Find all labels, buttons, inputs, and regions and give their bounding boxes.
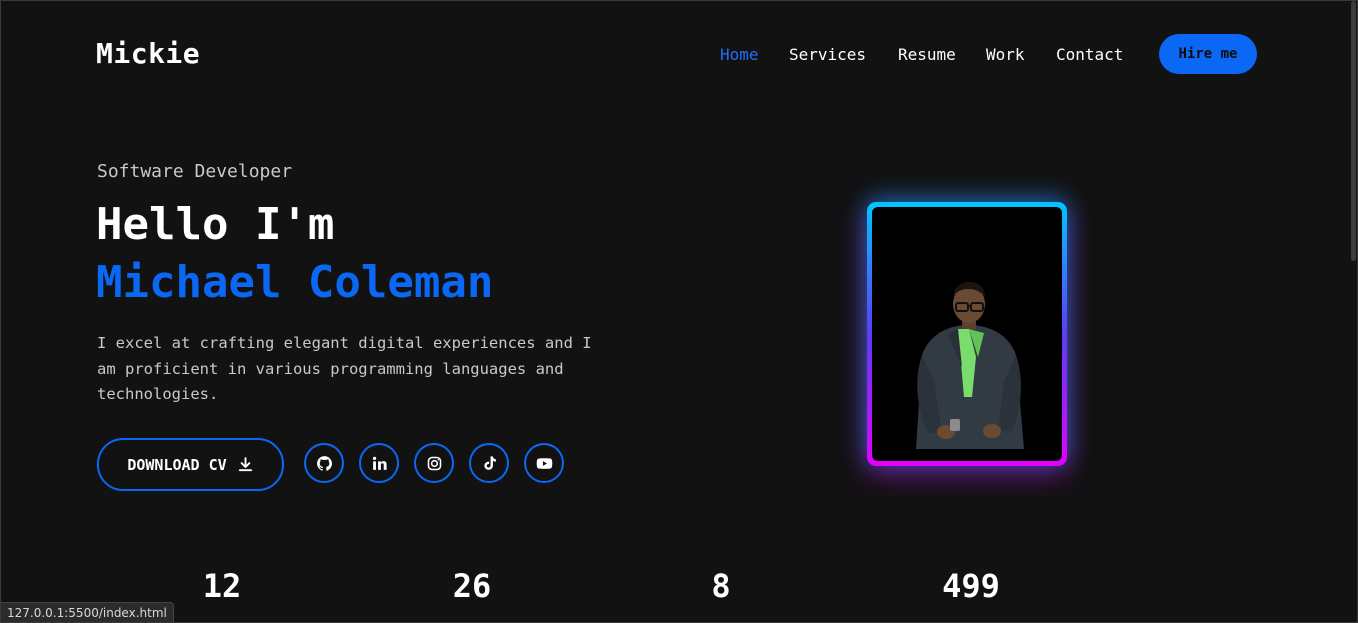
person-portrait: [916, 282, 1024, 449]
instagram-link[interactable]: [414, 443, 454, 483]
nav-contact[interactable]: Contact: [1056, 45, 1123, 64]
youtube-icon: [536, 457, 552, 469]
hero-name: Michael Coleman: [96, 257, 494, 308]
linkedin-icon: [372, 456, 387, 470]
download-icon: [238, 457, 252, 472]
hero-description: I excel at crafting elegant digital expe…: [97, 334, 592, 403]
nav-work[interactable]: Work: [986, 45, 1025, 64]
linkedin-link[interactable]: [359, 443, 399, 483]
nav-home[interactable]: Home: [720, 45, 759, 64]
profile-photo-frame: [867, 202, 1067, 466]
stat-value-1: 12: [202, 567, 242, 605]
github-icon: [316, 455, 332, 471]
hero-greeting: Hello I'm: [96, 199, 335, 250]
nav-resume[interactable]: Resume: [898, 45, 956, 64]
github-link[interactable]: [304, 443, 344, 483]
tiktok-icon: [483, 455, 496, 470]
download-cv-button[interactable]: DOWNLOAD CV: [97, 438, 284, 491]
stat-value-4: 499: [942, 567, 1000, 605]
download-cv-label: DOWNLOAD CV: [127, 455, 227, 474]
logo[interactable]: Mickie: [96, 37, 200, 70]
stat-value-2: 26: [452, 567, 492, 605]
status-url: 127.0.0.1:5500/index.html: [1, 602, 174, 622]
nav-services[interactable]: Services: [789, 45, 866, 64]
hero-subtitle: Software Developer: [97, 161, 293, 182]
hire-me-button[interactable]: Hire me: [1159, 34, 1257, 74]
profile-photo: [872, 207, 1062, 461]
instagram-icon: [427, 456, 441, 470]
stat-value-3: 8: [711, 567, 731, 605]
tiktok-link[interactable]: [469, 443, 509, 483]
youtube-link[interactable]: [524, 443, 564, 483]
page-scrollbar[interactable]: [1351, 1, 1356, 261]
page: Mickie Home Services Resume Work Contact…: [0, 0, 1358, 623]
